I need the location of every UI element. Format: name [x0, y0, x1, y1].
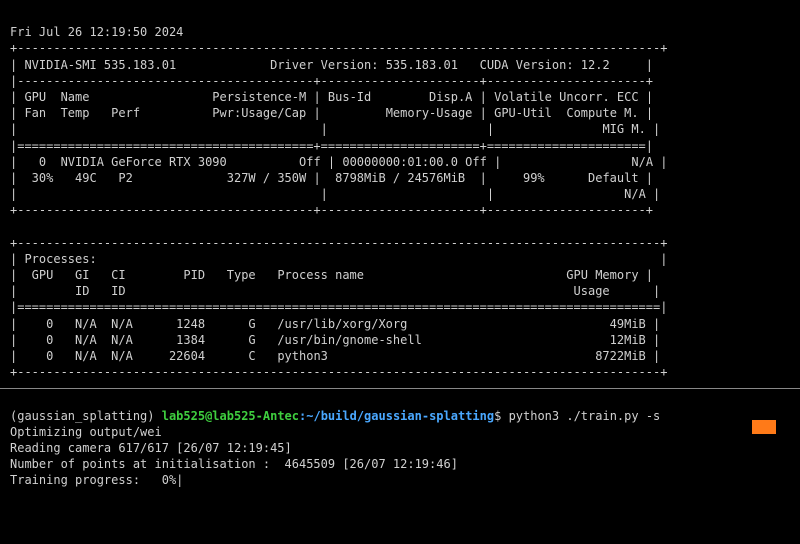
border: +---------------------------------------… — [10, 41, 667, 55]
proc-cols: | ID ID Usage | — [10, 284, 660, 298]
border: |=======================================… — [10, 139, 653, 153]
terminal-output: Fri Jul 26 12:19:50 2024 +--------------… — [0, 0, 800, 388]
border: +---------------------------------------… — [10, 236, 667, 250]
border: |=======================================… — [10, 300, 667, 314]
proc-cols: | GPU GI CI PID Type Process name GPU Me… — [10, 268, 653, 282]
col-row: | GPU Name Persistence-M | Bus-Id Disp.A… — [10, 90, 653, 104]
proc-row: | 0 N/A N/A 22604 C python3 8722MiB | — [10, 349, 660, 363]
gpu-row: | 0 NVIDIA GeForce RTX 3090 Off | 000000… — [10, 155, 668, 169]
gpu-row: | 30% 49C P2 327W / 350W | 8798MiB / 245… — [10, 171, 653, 185]
smi-header: | NVIDIA-SMI 535.183.01 Driver Version: … — [10, 58, 653, 72]
border: +---------------------------------------… — [10, 203, 653, 217]
proc-row: | 0 N/A N/A 1384 G /usr/bin/gnome-shell … — [10, 333, 660, 347]
date-line: Fri Jul 26 12:19:50 2024 — [10, 25, 183, 39]
stdout-line: Number of points at initialisation : 464… — [10, 457, 458, 471]
proc-row: | 0 N/A N/A 1248 G /usr/lib/xorg/Xorg 49… — [10, 317, 660, 331]
border: |---------------------------------------… — [10, 74, 653, 88]
col-row: | | | MIG M. | — [10, 122, 660, 136]
stdout-line: Training progress: 0%| — [10, 473, 183, 487]
gpu-row: | | | N/A | — [10, 187, 660, 201]
border: +---------------------------------------… — [10, 365, 667, 379]
blank-line — [10, 219, 667, 233]
tmux-status-bar — [0, 420, 800, 436]
proc-title: | Processes: | — [10, 252, 667, 266]
shell-pane[interactable]: (gaussian_splatting) lab525@lab525-Antec… — [0, 388, 800, 488]
col-row: | Fan Temp Perf Pwr:Usage/Cap | Memory-U… — [10, 106, 653, 120]
cursor-block-icon — [752, 420, 776, 434]
stdout-line: Reading camera 617/617 [26/07 12:19:45] — [10, 441, 292, 455]
